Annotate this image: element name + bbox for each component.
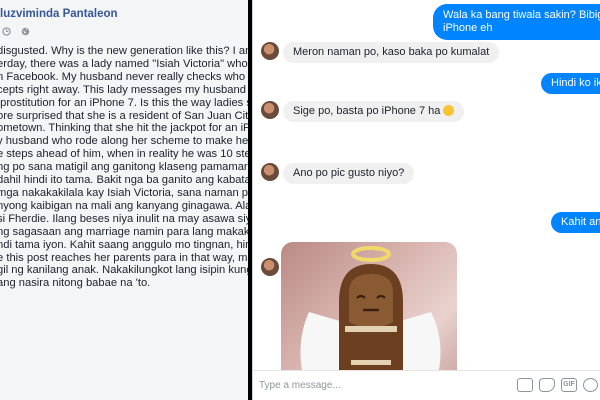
- post-line: dahil hindi ito tama. Bakit nga ba ganit…: [0, 174, 248, 187]
- incoming-message[interactable]: Ano po pic gusto niyo?: [283, 163, 415, 184]
- contact-avatar[interactable]: [261, 101, 279, 119]
- gif-icon[interactable]: GIF: [561, 378, 577, 392]
- post-line: ang nasira nitong babae na 'to.: [0, 277, 151, 290]
- message-text: Sige po, basta po iPhone 7 ha: [293, 105, 441, 117]
- messenger-conversation: Wala ka bang tiwala sakin? Bibigyan na k…: [252, 0, 600, 400]
- globe-icon: [21, 27, 30, 39]
- message-composer: GIF: [253, 370, 600, 400]
- photo-icon[interactable]: [517, 378, 533, 392]
- outgoing-message[interactable]: Kahit anon: [551, 212, 600, 233]
- post-body: disgusted. Why is the new generation lik…: [0, 45, 248, 290]
- post-line: si Fherdie. Ilang beses niya inulit na m…: [0, 212, 248, 225]
- contact-avatar[interactable]: [261, 163, 279, 181]
- post-meta: [2, 27, 37, 39]
- contact-avatar[interactable]: [261, 258, 279, 276]
- outgoing-message[interactable]: Hindi ko ikaka: [541, 73, 600, 94]
- post-line: ng sagasaan ang marriage namin para lang…: [0, 225, 248, 238]
- outgoing-message[interactable]: Wala ka bang tiwala sakin? Bibigyan na k…: [433, 4, 600, 40]
- incoming-message[interactable]: Sige po, basta po iPhone 7 ha: [283, 101, 465, 122]
- post-line: ometown. Thinking that she hit the jackp…: [0, 122, 248, 135]
- post-line: ng po sana matigil ang ganitong klaseng …: [0, 161, 248, 174]
- post-line: disgusted. Why is the new generation lik…: [0, 45, 248, 57]
- post-line: e steps ahead of him, when in reality he…: [0, 148, 248, 161]
- message-input[interactable]: [259, 380, 499, 391]
- incoming-message[interactable]: Meron naman po, kaso baka po kumalat: [283, 42, 500, 63]
- emoji-icon[interactable]: [583, 378, 598, 392]
- post-line: n Facebook. My husband never really chec…: [0, 70, 248, 83]
- facebook-post: luzviminda Pantaleon disgusted. Why is t…: [0, 0, 248, 400]
- sticker-icon[interactable]: [539, 378, 555, 392]
- post-line: erday, there was a lady named "Isiah Vic…: [0, 57, 248, 70]
- post-line: nyong kaibigan na mali ang kanyang ginag…: [0, 199, 248, 212]
- smile-emoji-icon: [443, 105, 455, 116]
- contact-avatar[interactable]: [261, 42, 279, 60]
- post-line: e this post reaches her parents para in …: [0, 251, 248, 264]
- post-line: y husband who rode along her scheme to m…: [0, 135, 248, 148]
- post-header: luzviminda Pantaleon: [0, 8, 248, 42]
- post-line: /prostitution for an iPhone 7. Is this t…: [0, 96, 248, 109]
- post-line: cepts right away. This lady messages my …: [0, 83, 248, 96]
- post-line: gil ng kanilang anak. Nakakilungkot lang…: [0, 264, 248, 277]
- post-line: mga nakakakilala kay Isiah Victoria, san…: [0, 186, 248, 199]
- post-line: ndi tama iyon. Kahit saang anggulo mo ti…: [0, 238, 248, 251]
- post-line: ore surprised that she is a resident of …: [0, 109, 248, 122]
- message-line: Wala ka bang tiwala sakin? Bibigyan na k…: [443, 9, 600, 21]
- message-line: iPhone eh: [443, 22, 493, 34]
- post-author-name[interactable]: luzviminda Pantaleon: [0, 8, 118, 20]
- clock-icon: [2, 27, 11, 39]
